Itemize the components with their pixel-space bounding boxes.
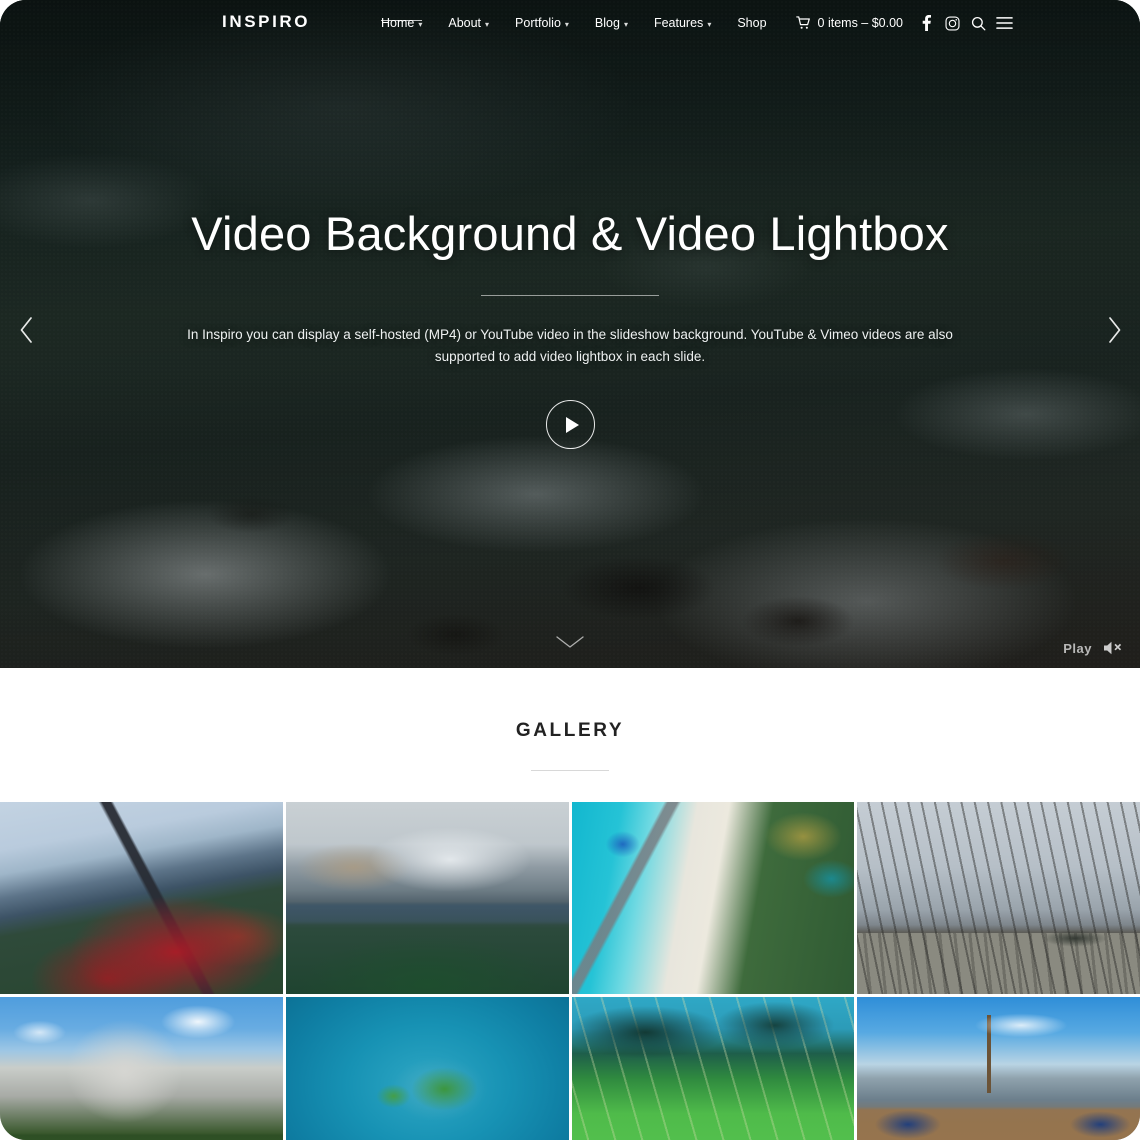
gallery-item-foggy-wooden-dock[interactable] bbox=[857, 802, 1140, 994]
video-lightbox-play-button[interactable] bbox=[545, 400, 595, 450]
chevron-down-icon: ▾ bbox=[418, 19, 423, 29]
nav-label-features: Features bbox=[653, 16, 704, 30]
hero-subtitle: In Inspiro you can display a self-hosted… bbox=[187, 326, 953, 364]
slider-prev-button[interactable] bbox=[6, 310, 46, 350]
gallery-item-snowy-mountains-lake[interactable] bbox=[285, 802, 569, 994]
hero-divider bbox=[481, 294, 659, 296]
main-navigation: Home ▾ About ▾ Portfolio ▾ Blog ▾ Featur… bbox=[368, 0, 1017, 46]
video-controls: Play bbox=[1063, 640, 1122, 656]
nav-item-blog[interactable]: Blog ▾ bbox=[582, 16, 641, 30]
cart-label: 0 items – $0.00 bbox=[817, 16, 903, 30]
gallery-image bbox=[285, 997, 569, 1140]
gallery-section: GALLERY bbox=[0, 668, 1140, 1140]
gallery-item-green-grass-field[interactable] bbox=[571, 997, 855, 1140]
chevron-down-icon: ▾ bbox=[707, 19, 712, 29]
slider-next-button[interactable] bbox=[1094, 310, 1134, 350]
nav-label-portfolio: Portfolio bbox=[515, 16, 561, 30]
gallery-item-tropical-beach-aerial[interactable] bbox=[571, 802, 855, 994]
gallery-image bbox=[857, 802, 1140, 994]
nav-item-features[interactable]: Features ▾ bbox=[641, 16, 724, 30]
cart-icon bbox=[795, 16, 811, 30]
hero-title: Video Background & Video Lightbox bbox=[191, 207, 949, 260]
scroll-down-button[interactable] bbox=[555, 635, 585, 654]
speaker-mute-icon[interactable] bbox=[1104, 640, 1122, 656]
video-play-toggle[interactable]: Play bbox=[1063, 641, 1092, 656]
gallery-divider bbox=[531, 770, 609, 771]
gallery-image bbox=[571, 802, 855, 994]
header-social-icons bbox=[913, 10, 1017, 36]
gallery-item-tropical-island-aerial[interactable] bbox=[285, 997, 569, 1140]
instagram-icon[interactable] bbox=[939, 10, 965, 36]
nav-label-shop: Shop bbox=[737, 16, 767, 30]
chevron-down-icon: ▾ bbox=[623, 19, 628, 29]
gallery-item-granite-cliff-valley[interactable] bbox=[0, 997, 283, 1140]
hero-slideshow: INSPIRO Home ▾ About ▾ Portfolio ▾ Blog … bbox=[0, 0, 1140, 668]
gallery-grid bbox=[0, 802, 1140, 1140]
gallery-item-venice-gondola-dock[interactable] bbox=[857, 997, 1140, 1140]
play-triangle-icon bbox=[565, 416, 579, 433]
gallery-image bbox=[571, 997, 855, 1140]
nav-label-about: About bbox=[448, 16, 482, 30]
gallery-image bbox=[0, 802, 283, 994]
gallery-title: GALLERY bbox=[515, 720, 625, 741]
gallery-image bbox=[285, 802, 569, 994]
site-header: INSPIRO Home ▾ About ▾ Portfolio ▾ Blog … bbox=[0, 0, 1140, 46]
nav-item-about[interactable]: About ▾ bbox=[435, 16, 502, 30]
nav-label-home: Home bbox=[381, 16, 415, 30]
gallery-image bbox=[0, 997, 283, 1140]
chevron-down-icon: ▾ bbox=[564, 19, 569, 29]
chevron-down-icon: ▾ bbox=[485, 19, 490, 29]
hero-content: Video Background & Video Lightbox In Ins… bbox=[0, 207, 1140, 450]
gallery-image bbox=[857, 997, 1140, 1140]
nav-item-portfolio[interactable]: Portfolio ▾ bbox=[502, 16, 582, 30]
search-icon[interactable] bbox=[965, 10, 991, 36]
site-logo[interactable]: INSPIRO bbox=[222, 12, 310, 32]
nav-item-shop[interactable]: Shop bbox=[724, 16, 779, 30]
nav-label-blog: Blog bbox=[594, 16, 620, 30]
facebook-icon[interactable] bbox=[913, 10, 939, 36]
browser-frame: INSPIRO Home ▾ About ▾ Portfolio ▾ Blog … bbox=[0, 0, 1140, 1140]
hamburger-menu-icon[interactable] bbox=[991, 10, 1017, 36]
cart-summary[interactable]: 0 items – $0.00 bbox=[780, 16, 913, 30]
gallery-item-mountain-road-autumn[interactable] bbox=[0, 802, 283, 994]
nav-item-home[interactable]: Home ▾ bbox=[368, 16, 435, 30]
gallery-header: GALLERY bbox=[0, 668, 1140, 771]
